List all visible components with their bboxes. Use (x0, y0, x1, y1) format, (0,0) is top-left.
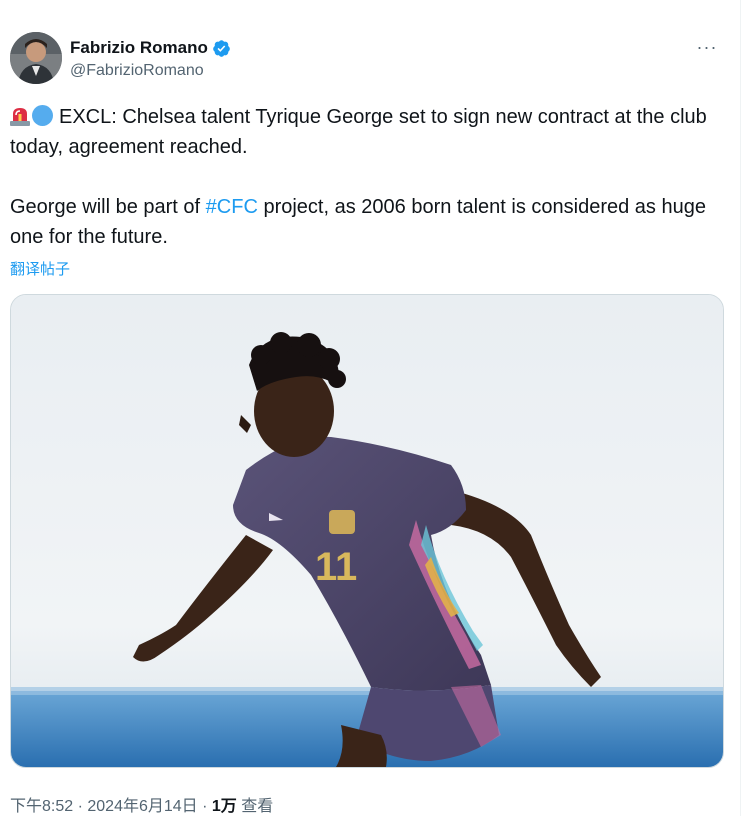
translate-post-link[interactable]: 翻译帖子 (10, 258, 70, 279)
tweet-paragraph-2: George will be part of #CFC project, as … (10, 192, 710, 252)
view-count: 1万 (211, 798, 237, 815)
tweet-paragraph-2-before: George will be part of (10, 196, 206, 218)
more-options-icon[interactable]: ··· (694, 38, 720, 60)
verified-badge-icon[interactable] (212, 39, 231, 58)
timeline-border (740, 0, 741, 816)
tweet-header: Fabrizio Romano @FabrizioRomano ··· (10, 32, 732, 86)
author-handle[interactable]: @FabrizioRomano (70, 62, 204, 80)
avatar[interactable] (10, 32, 62, 84)
hashtag-link[interactable]: #CFC (206, 196, 258, 218)
football-player-photo-icon: 11 (11, 295, 723, 767)
tweet-paragraph-1: EXCL: Chelsea talent Tyrique George set … (10, 102, 710, 162)
tweet-paragraph-1-text: EXCL: Chelsea talent Tyrique George set … (10, 106, 707, 158)
tweet-media-photo[interactable]: 11 (10, 294, 724, 768)
meta-separator: · (73, 798, 88, 815)
avatar-photo-icon (10, 32, 62, 84)
tweet-time[interactable]: 下午8:52 (10, 798, 73, 815)
views-label: 查看 (236, 798, 274, 815)
tweet-meta: 下午8:52 · 2024年6月14日 · 1万 查看 (10, 792, 273, 816)
display-name[interactable]: Fabrizio Romano (70, 38, 208, 58)
meta-separator: · (197, 798, 212, 815)
tweet-date[interactable]: 2024年6月14日 (87, 798, 197, 815)
tweet-text: EXCL: Chelsea talent Tyrique George set … (10, 102, 710, 252)
siren-emoji-icon (10, 108, 30, 126)
shirt-number: 11 (315, 545, 357, 589)
blue-circle-emoji-icon (32, 105, 53, 126)
